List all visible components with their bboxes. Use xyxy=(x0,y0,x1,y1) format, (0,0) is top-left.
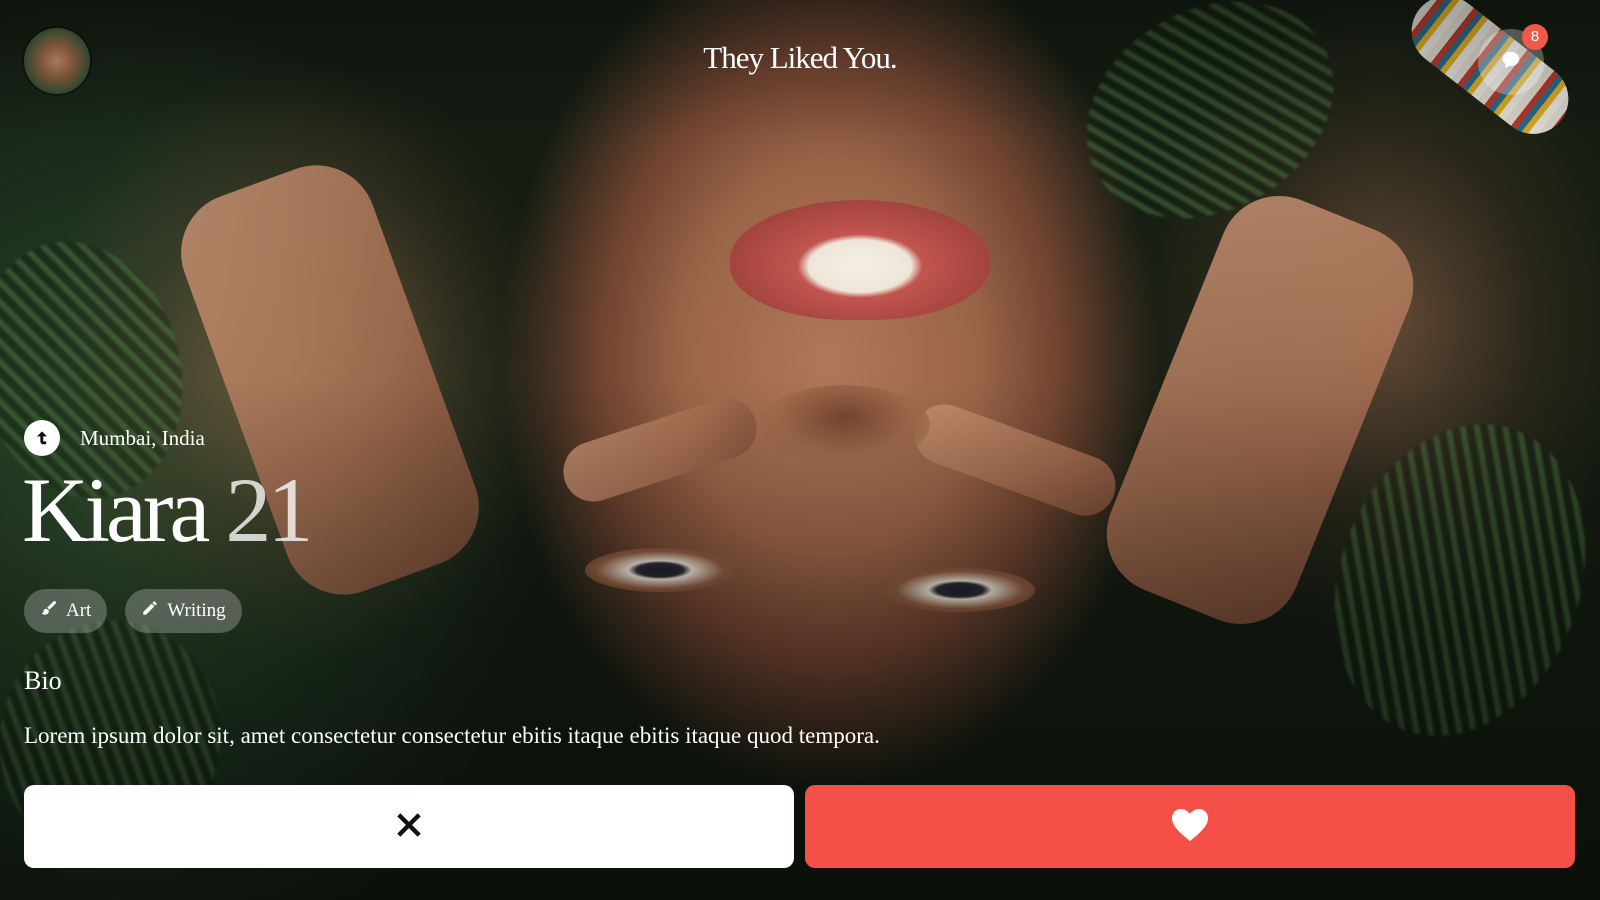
chat-bubble-icon xyxy=(1500,49,1522,76)
face-mouth-decoration xyxy=(730,200,990,320)
profile-name-age: Kiara 21 xyxy=(22,459,313,561)
pencil-icon xyxy=(141,599,159,623)
like-button[interactable] xyxy=(805,785,1575,868)
interest-tag-label: Writing xyxy=(167,600,226,621)
profile-age: 21 xyxy=(225,459,313,561)
pass-button[interactable] xyxy=(24,785,794,868)
interest-tag-label: Art xyxy=(66,600,92,621)
page-title: They Liked You. xyxy=(703,40,897,75)
location-label: Mumbai, India xyxy=(80,425,205,450)
profile-name: Kiara xyxy=(22,459,210,561)
messages-count-badge: 8 xyxy=(1522,24,1548,50)
brush-icon xyxy=(40,599,58,623)
interest-tag-art[interactable]: Art xyxy=(24,589,108,633)
interest-tag-writing[interactable]: Writing xyxy=(125,589,242,633)
close-icon xyxy=(396,812,422,841)
arrow-up-circle-icon xyxy=(24,420,60,456)
profile-screen: They Liked You. 8 Mumbai, India Kiara 21… xyxy=(0,0,1600,900)
interest-tags: Art Writing xyxy=(24,589,242,633)
bio-heading: Bio xyxy=(24,666,62,695)
heart-icon xyxy=(1171,808,1209,845)
bio-text: Lorem ipsum dolor sit, amet consectetur … xyxy=(24,723,880,748)
location-row: Mumbai, India xyxy=(24,420,205,456)
